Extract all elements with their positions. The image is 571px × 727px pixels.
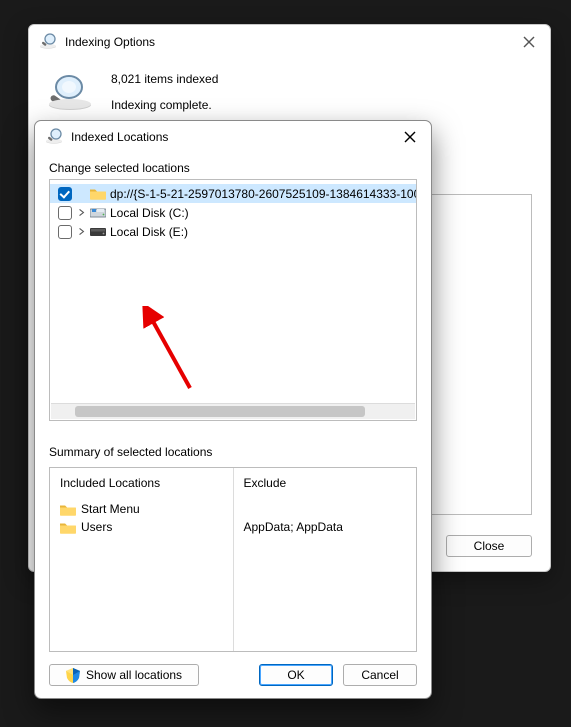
included-column: Included Locations Start Menu Users [50,468,234,651]
magnifier-icon [47,71,93,113]
exclude-value [244,500,407,518]
tree-row[interactable]: Local Disk (E:) [50,222,416,241]
close-icon[interactable] [399,126,421,148]
included-header: Included Locations [60,476,223,490]
included-item-label: Users [81,520,112,534]
tree-row-label: Local Disk (C:) [110,206,189,220]
drive-icon [90,226,106,238]
cancel-button[interactable]: Cancel [343,664,417,686]
summary-label: Summary of selected locations [49,445,417,459]
annotation-arrow-icon [132,306,202,396]
close-button-label: Close [474,539,505,553]
indexing-status-text: Indexing complete. [111,95,218,115]
indexing-options-title: Indexing Options [65,35,155,49]
indexed-locations-window: Indexed Locations Change selected locati… [34,120,432,699]
tree-expander[interactable] [76,208,86,217]
search-index-icon [45,128,63,146]
indexed-locations-title: Indexed Locations [71,130,168,144]
tree-row-label: Local Disk (E:) [110,225,188,239]
list-item[interactable]: Start Menu [60,500,223,518]
list-item[interactable]: Users [60,518,223,536]
items-indexed-text: 8,021 items indexed [111,69,218,89]
drive-icon [90,207,106,219]
close-icon[interactable] [518,31,540,53]
shield-icon [66,668,81,683]
locations-tree[interactable]: dp://{S-1-5-21-2597013780-2607525109-138… [49,179,417,421]
search-index-icon [39,33,57,51]
show-all-locations-button[interactable]: Show all locations [49,664,199,686]
change-locations-label: Change selected locations [49,161,417,175]
folder-icon [60,521,76,534]
tree-row[interactable]: dp://{S-1-5-21-2597013780-2607525109-138… [50,184,416,203]
tree-expander[interactable] [76,227,86,236]
tree-checkbox[interactable] [58,206,72,220]
indexed-locations-titlebar: Indexed Locations [35,121,431,153]
tree-checkbox[interactable] [58,187,72,201]
tree-checkbox[interactable] [58,225,72,239]
exclude-value: AppData; AppData [244,518,407,536]
show-all-label: Show all locations [86,668,182,682]
included-item-label: Start Menu [81,502,140,516]
exclude-header: Exclude [244,476,407,490]
folder-icon [90,187,106,200]
tree-row-label: dp://{S-1-5-21-2597013780-2607525109-138… [110,187,417,201]
summary-box: Included Locations Start Menu Users Excl… [49,467,417,652]
horizontal-scrollbar[interactable] [51,403,415,419]
folder-icon [60,503,76,516]
ok-button[interactable]: OK [259,664,333,686]
close-button[interactable]: Close [446,535,532,557]
scrollbar-thumb[interactable] [75,406,365,417]
cancel-label: Cancel [361,668,398,682]
tree-row[interactable]: Local Disk (C:) [50,203,416,222]
indexing-options-titlebar: Indexing Options [29,25,550,59]
ok-label: OK [287,668,304,682]
exclude-column: Exclude AppData; AppData [234,468,417,651]
